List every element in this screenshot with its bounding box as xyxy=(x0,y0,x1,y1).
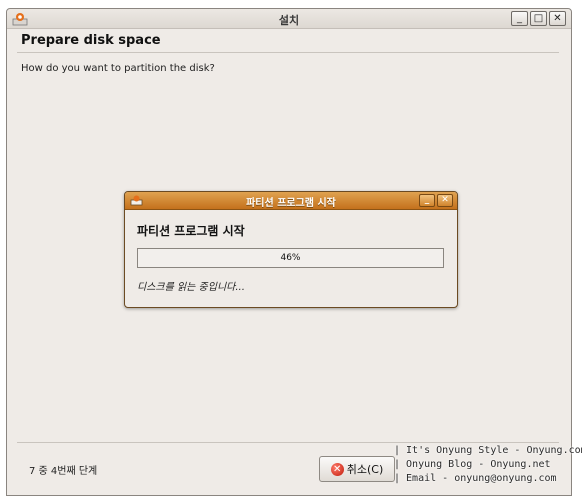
footer-divider xyxy=(17,442,559,443)
dialog-heading: 파티션 프로그램 시작 xyxy=(137,224,245,238)
minimize-button[interactable]: _ xyxy=(511,11,528,26)
watermark-line: | It's Onyung Style - Onyung.com xyxy=(394,445,582,456)
progress-label: 46% xyxy=(280,253,301,263)
dialog-titlebar[interactable]: 파티션 프로그램 시작 _ ✕ xyxy=(125,192,457,210)
progress-bar: 46% xyxy=(137,248,444,268)
watermark-line: | Onyung Blog - Onyung.net xyxy=(394,459,551,470)
dialog-minimize-button[interactable]: _ xyxy=(419,194,435,207)
cancel-button[interactable]: ✕ 취소(C) xyxy=(319,456,395,482)
dialog-status: 디스크를 읽는 중입니다... xyxy=(137,282,245,293)
dialog-title: 파티션 프로그램 시작 xyxy=(246,198,336,209)
watermark-line: | Email - onyung@onyung.com xyxy=(394,473,557,484)
partitioner-progress-dialog: 파티션 프로그램 시작 _ ✕ 파티션 프로그램 시작 46% 디스크를 읽는 … xyxy=(124,191,458,308)
header-divider xyxy=(17,52,559,53)
watermark: | It's Onyung Style - Onyung.com | Onyun… xyxy=(394,444,582,486)
partition-question: How do you want to partition the disk? xyxy=(21,63,215,74)
dialog-close-button[interactable]: ✕ xyxy=(437,194,453,207)
cancel-label: 취소(C) xyxy=(346,463,384,476)
close-button[interactable]: ✕ xyxy=(549,11,566,26)
cancel-icon: ✕ xyxy=(330,462,344,476)
window-title: 설치 xyxy=(278,14,300,27)
window-titlebar[interactable]: 설치 _ □ ✕ xyxy=(7,9,571,29)
page-title: Prepare disk space xyxy=(21,33,161,48)
maximize-button[interactable]: □ xyxy=(530,11,547,26)
step-indicator: 7 중 4번째 단계 xyxy=(29,466,98,477)
